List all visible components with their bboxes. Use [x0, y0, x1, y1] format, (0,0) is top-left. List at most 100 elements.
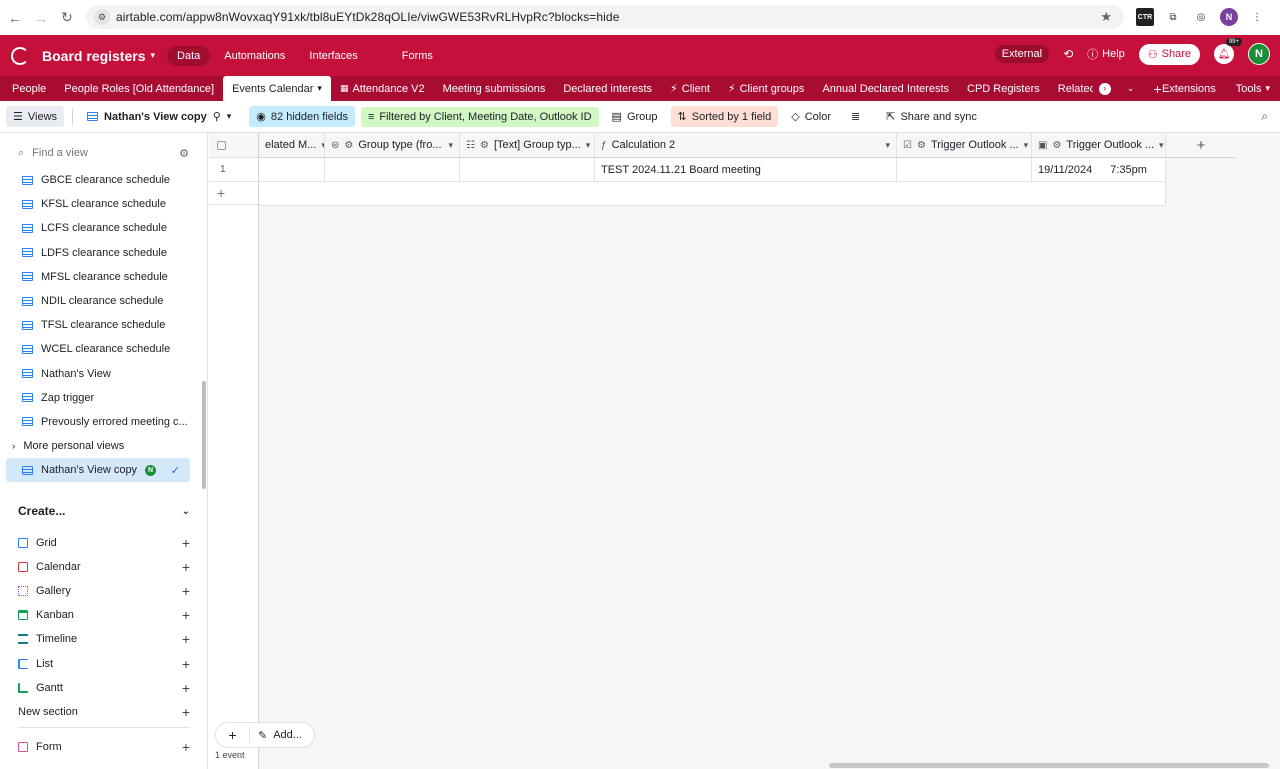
view-item[interactable]: WCEL clearance schedule — [6, 337, 190, 361]
bookmark-star-icon[interactable]: ★ — [1100, 9, 1112, 25]
column-header[interactable]: ƒ Calculation 2 ▾ — [595, 133, 897, 158]
tab-related[interactable]: Relatec — [1049, 76, 1093, 101]
filter-button[interactable]: ≡ Filtered by Client, Meeting Date, Outl… — [360, 106, 599, 127]
tab-attendance-v2[interactable]: ▦ Attendance V2 — [331, 76, 434, 101]
view-name-menu[interactable]: Nathan's View copy ⚲ ▾ — [87, 110, 231, 123]
group-button[interactable]: ▤ Group — [605, 106, 665, 127]
search-icon[interactable]: ⌕ — [1261, 109, 1268, 124]
reload-icon[interactable]: ↻ — [54, 5, 80, 31]
nav-interfaces[interactable]: Interfaces — [299, 46, 367, 66]
create-toggle[interactable]: Create... ⌄ — [18, 501, 190, 521]
forward-icon[interactable]: → — [28, 5, 54, 31]
column-header[interactable]: ⊜ ⚙ Group type (fro... ▾ — [325, 133, 460, 158]
chrome-extension-icon[interactable]: ◎ — [1192, 8, 1210, 26]
column-header[interactable]: ☑ ⚙ Trigger Outlook ... ▾ — [897, 133, 1032, 158]
tab-client[interactable]: ⚡︎ Client — [661, 76, 719, 101]
sidebar-scrollbar[interactable] — [202, 381, 206, 489]
add-row-button[interactable]: + — [209, 182, 258, 205]
tab-annual-declared-interests[interactable]: Annual Declared Interests — [813, 76, 958, 101]
ctr-extension-icon[interactable]: CTR — [1136, 8, 1154, 26]
tab-meeting-submissions[interactable]: Meeting submissions — [434, 76, 555, 101]
find-view-input[interactable] — [32, 147, 153, 159]
view-item[interactable]: Nathan's View — [6, 362, 190, 386]
extensions-button[interactable]: Extensions — [1152, 83, 1226, 95]
address-bar[interactable]: ⚙ airtable.com/appw8nWovxaqY91xk/tbl8uEY… — [86, 5, 1124, 29]
chevron-down-icon[interactable]: ▾ — [586, 140, 591, 151]
site-info-icon[interactable]: ⚙ — [94, 9, 110, 25]
trigger-date-cell[interactable]: 19/11/2024 7:35pm — [1032, 158, 1166, 182]
chevron-down-icon[interactable]: ▾ — [448, 140, 453, 151]
view-item[interactable]: LDFS clearance schedule — [6, 241, 190, 265]
view-item[interactable]: Prevously errored meeting c... — [6, 410, 190, 434]
tab-declared-interests[interactable]: Declared interests — [554, 76, 661, 101]
tab-client-groups[interactable]: ⚡︎ Client groups — [719, 76, 814, 101]
gear-icon[interactable]: ⚙ — [179, 147, 189, 160]
view-item[interactable]: KFSL clearance schedule — [6, 192, 190, 216]
cell[interactable] — [325, 158, 460, 182]
help-button[interactable]: ⓘ Help — [1087, 46, 1125, 62]
calculation-cell[interactable]: TEST 2024.11.21 Board meeting — [595, 158, 897, 182]
view-item[interactable]: GBCE clearance schedule — [6, 168, 190, 192]
add-record-button[interactable]: + — [216, 727, 250, 743]
add-field-button[interactable]: + — [1166, 133, 1236, 158]
chevron-down-icon[interactable]: ▾ — [1159, 140, 1164, 151]
column-header[interactable]: ▣ ⚙ Trigger Outlook ... ▾ — [1032, 133, 1166, 158]
add-extra-button[interactable]: ✎ Add... — [250, 729, 302, 742]
views-toggle-button[interactable]: ☰ Views — [6, 106, 65, 127]
view-item-selected[interactable]: Nathan's View copy N ✓ — [6, 458, 190, 483]
horizontal-scrollbar[interactable] — [829, 763, 1269, 768]
more-personal-views-toggle[interactable]: › More personal views — [6, 434, 190, 458]
more-tables-button[interactable]: › — [1093, 76, 1117, 101]
chevron-down-icon[interactable]: ▾ — [317, 83, 322, 94]
extensions-puzzle-icon[interactable]: ⧉ — [1164, 8, 1182, 26]
history-icon[interactable]: ⟲ — [1063, 47, 1073, 61]
external-badge[interactable]: External — [994, 45, 1050, 63]
hide-fields-button[interactable]: ◉ 82 hidden fields — [249, 106, 355, 127]
create-form[interactable]: Form + — [18, 735, 190, 759]
base-name-menu[interactable]: Board registers ▾ — [42, 48, 155, 64]
tools-button[interactable]: Tools ▾ — [1226, 83, 1280, 95]
view-item[interactable]: NDIL clearance schedule — [6, 289, 190, 313]
nav-data[interactable]: Data — [167, 45, 211, 66]
share-button[interactable]: ⚇ Share — [1138, 43, 1200, 65]
cell[interactable] — [897, 158, 1032, 182]
all-tables-dropdown[interactable]: ⌄ — [1117, 76, 1145, 101]
add-row-strip[interactable] — [259, 182, 1166, 206]
cell[interactable] — [460, 158, 595, 182]
create-gantt[interactable]: Gantt + — [18, 676, 190, 700]
create-timeline[interactable]: Timeline + — [18, 627, 190, 651]
color-button[interactable]: ◇ Color — [784, 106, 838, 127]
view-item[interactable]: LCFS clearance schedule — [6, 216, 190, 240]
create-calendar[interactable]: Calendar + — [18, 555, 190, 579]
create-list[interactable]: List + — [18, 651, 190, 675]
tab-events-calendar[interactable]: Events Calendar ▾ — [223, 76, 331, 101]
browser-profile-avatar[interactable]: N — [1220, 8, 1238, 26]
view-item[interactable]: MFSL clearance schedule — [6, 265, 190, 289]
nav-forms[interactable]: Forms — [392, 46, 443, 66]
create-gallery[interactable]: Gallery + — [18, 579, 190, 603]
airtable-logo-icon[interactable] — [11, 46, 29, 65]
browser-menu-icon[interactable]: ⋮ — [1248, 8, 1266, 26]
create-kanban[interactable]: Kanban + — [18, 603, 190, 627]
tab-people[interactable]: People — [0, 76, 55, 101]
back-icon[interactable]: ← — [2, 5, 28, 31]
sort-button[interactable]: ⇅ Sorted by 1 field — [670, 106, 779, 127]
column-header[interactable]: elated M...▾ — [259, 133, 325, 158]
chevron-down-icon[interactable]: ▾ — [1024, 140, 1029, 151]
select-all-checkbox[interactable] — [217, 140, 226, 150]
cell[interactable] — [259, 158, 325, 182]
row-number[interactable]: 1 — [209, 158, 258, 182]
view-item[interactable]: Zap trigger — [6, 386, 190, 410]
new-section-button[interactable]: New section + — [18, 700, 190, 724]
tab-cpd-registers[interactable]: CPD Registers — [958, 76, 1049, 101]
row-height-button[interactable]: ≣ — [844, 106, 867, 127]
create-grid[interactable]: Grid + — [18, 531, 190, 555]
user-avatar[interactable]: N — [1248, 43, 1270, 65]
notifications-button[interactable]: 🔔︎ 99+ — [1214, 38, 1242, 64]
nav-automations[interactable]: Automations — [214, 46, 295, 66]
tab-people-roles[interactable]: People Roles [Old Attendance] — [55, 76, 223, 101]
share-sync-button[interactable]: ⇱ Share and sync — [879, 106, 984, 127]
chevron-down-icon[interactable]: ▾ — [885, 140, 890, 151]
column-header[interactable]: ☷ ⚙ [Text] Group typ... ▾ — [460, 133, 595, 158]
view-item[interactable]: TFSL clearance schedule — [6, 313, 190, 337]
